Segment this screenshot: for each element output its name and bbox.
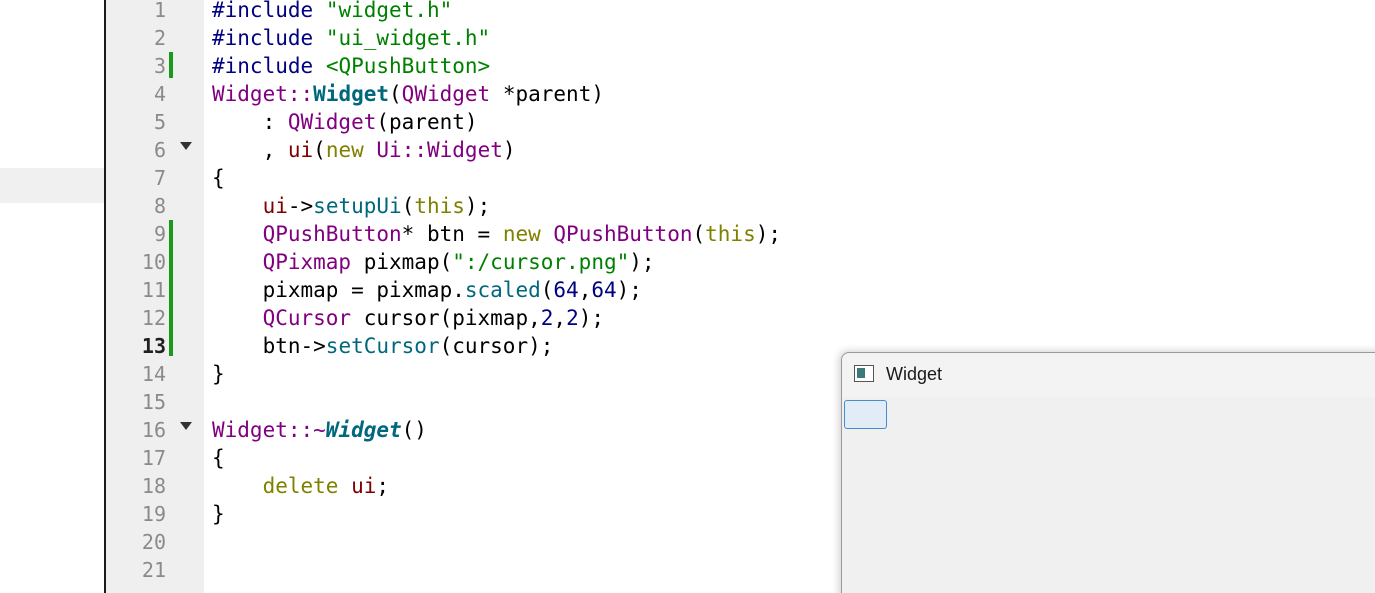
line-number: 1 <box>153 0 166 22</box>
side-panel-highlight <box>0 168 104 203</box>
line-number: 11 <box>141 278 166 302</box>
change-marker <box>169 220 173 356</box>
code-line: #include <QPushButton> <box>212 54 491 78</box>
code-line: } <box>212 502 225 526</box>
code-line: , ui(new Ui::Widget) <box>212 138 516 162</box>
code-line-current: btn->setCursor(cursor); <box>212 334 554 358</box>
line-number-current: 13 <box>141 334 166 358</box>
fold-arrow-icon[interactable] <box>180 142 192 150</box>
code-line: delete ui; <box>262 474 390 498</box>
code-line: pixmap = pixmap.scaled(64,64); <box>212 278 642 302</box>
line-number: 5 <box>153 110 166 134</box>
code-line: QPushButton* btn = new QPushButton(this)… <box>262 222 782 246</box>
line-number: 12 <box>141 306 166 330</box>
line-number: 14 <box>141 362 166 386</box>
code-line: Widget::~Widget() <box>212 418 427 442</box>
line-number-gutter[interactable]: 1 2 3 4 5 6 7 8 9 10 11 12 13 14 15 16 1… <box>106 0 204 593</box>
code-line: #include "widget.h" <box>212 0 453 22</box>
code-line: QPixmap pixmap(":/cursor.png"); <box>262 250 655 274</box>
line-number: 6 <box>153 138 166 162</box>
line-number: 15 <box>141 390 166 414</box>
code-line: QCursor cursor(pixmap,2,2); <box>262 306 605 330</box>
line-number: 4 <box>153 82 166 106</box>
push-button[interactable] <box>844 400 887 429</box>
code-line: { <box>212 446 225 470</box>
code-line: Widget::Widget(QWidget *parent) <box>212 82 604 106</box>
line-number: 16 <box>141 418 166 442</box>
code-line: : QWidget(parent) <box>212 110 478 134</box>
change-marker <box>169 52 173 78</box>
line-number: 2 <box>153 26 166 50</box>
line-number: 17 <box>141 446 166 470</box>
fold-arrow-icon[interactable] <box>180 422 192 430</box>
line-number: 3 <box>153 54 166 78</box>
line-number: 8 <box>153 194 166 218</box>
screen: 1 2 3 4 5 6 7 8 9 10 11 12 13 14 15 16 1… <box>0 0 1375 593</box>
line-number: 7 <box>153 166 166 190</box>
widget-window[interactable]: Widget <box>841 352 1375 593</box>
window-app-icon <box>854 365 874 382</box>
code-line: { <box>212 166 225 190</box>
line-number: 21 <box>141 558 166 582</box>
line-number: 19 <box>141 502 166 526</box>
code-line: #include "ui_widget.h" <box>212 26 491 50</box>
side-panel <box>0 0 104 593</box>
line-number: 10 <box>141 250 166 274</box>
code-line: } <box>212 362 225 386</box>
window-titlebar[interactable]: Widget <box>842 353 1375 397</box>
line-number: 20 <box>141 530 166 554</box>
line-number: 18 <box>141 474 166 498</box>
window-client-area <box>842 397 1375 593</box>
line-number: 9 <box>153 222 166 246</box>
code-line: ui->setupUi(this); <box>262 194 491 218</box>
window-title: Widget <box>886 364 943 384</box>
